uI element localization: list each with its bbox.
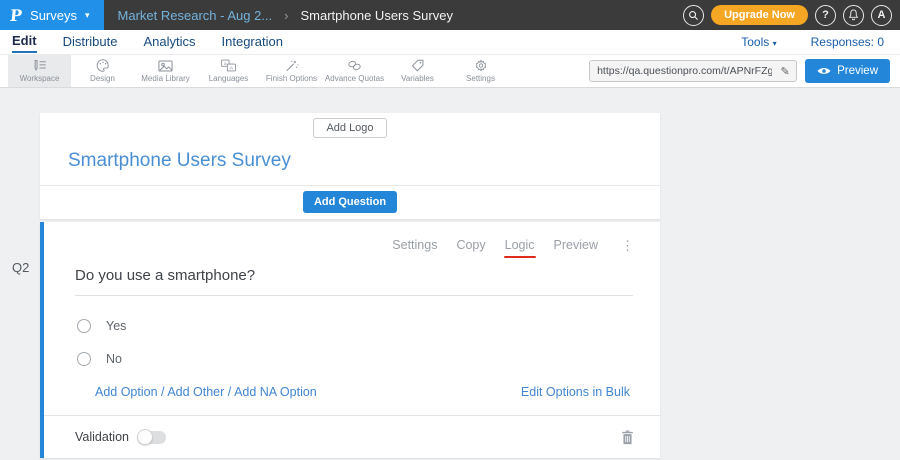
validation-row: Validation: [44, 415, 660, 458]
tab-preview[interactable]: Preview: [554, 238, 598, 252]
nav-tab-integration[interactable]: Integration: [222, 32, 283, 52]
edit-options-bulk-link[interactable]: Edit Options in Bulk: [521, 385, 630, 399]
survey-canvas: Add Logo Smartphone Users Survey Add Que…: [0, 88, 900, 460]
nav-tab-edit[interactable]: Edit: [12, 31, 37, 53]
workspace-icon: [32, 59, 47, 72]
languages-icon: aA: [221, 59, 236, 72]
main-nav: Edit Distribute Analytics Integration To…: [0, 30, 900, 55]
option-row-no[interactable]: No: [77, 352, 660, 366]
search-icon: [688, 10, 699, 21]
option-label[interactable]: Yes: [106, 319, 126, 333]
toolbar-item-workspace[interactable]: Workspace: [8, 55, 71, 87]
toolbar-item-advance-quotas[interactable]: Advance Quotas: [323, 55, 386, 87]
question-mark-icon: ?: [822, 9, 829, 21]
toggle-knob: [137, 429, 153, 445]
edit-url-pencil-icon[interactable]: ✎: [774, 65, 796, 78]
toolbar-item-variables[interactable]: Variables: [386, 55, 449, 87]
add-na-option-link[interactable]: Add NA Option: [234, 385, 317, 399]
eye-icon: [817, 66, 831, 76]
slash-separator: /: [228, 385, 231, 399]
question-text[interactable]: Do you use a smartphone?: [75, 267, 633, 296]
chevron-down-icon: ▾: [85, 10, 90, 21]
palette-icon: [96, 59, 110, 72]
preview-button[interactable]: Preview: [805, 59, 890, 83]
svg-text:a: a: [224, 61, 227, 66]
toolbar-item-media-library[interactable]: Media Library: [134, 55, 197, 87]
survey-title[interactable]: Smartphone Users Survey: [40, 141, 660, 185]
add-question-button-top[interactable]: Add Question: [303, 191, 397, 213]
breadcrumb-survey: Smartphone Users Survey: [301, 8, 453, 23]
topbar-actions: Upgrade Now ? A: [683, 0, 900, 30]
tab-logic[interactable]: Logic: [505, 238, 535, 252]
nav-right: Tools ▾ Responses: 0: [741, 35, 888, 49]
bell-icon: [848, 9, 859, 21]
questionpro-logo-icon: P: [9, 6, 23, 25]
avatar-initial: A: [878, 9, 886, 21]
editor-toolbar: Workspace Design Media Library aA Langua…: [0, 55, 900, 88]
account-avatar[interactable]: A: [871, 5, 892, 26]
question-card: Q2 Settings Copy Logic Preview ⋮ Do you …: [40, 222, 660, 458]
tab-copy[interactable]: Copy: [456, 238, 485, 252]
toolbar-item-settings[interactable]: Settings: [449, 55, 512, 87]
share-url-box: ✎: [589, 60, 797, 82]
breadcrumb-folder[interactable]: Market Research - Aug 2...: [118, 8, 273, 23]
chain-links-icon: [347, 59, 362, 72]
nav-tab-distribute[interactable]: Distribute: [63, 32, 118, 52]
add-option-link[interactable]: Add Option: [95, 385, 158, 399]
tools-menu[interactable]: Tools ▾: [741, 35, 776, 49]
add-other-link[interactable]: Add Other: [167, 385, 224, 399]
gear-icon: [474, 59, 488, 72]
toolbar-item-design[interactable]: Design: [71, 55, 134, 87]
option-links-row: Add Option / Add Other / Add NA Option E…: [95, 385, 630, 415]
question-tabs: Settings Copy Logic Preview ⋮: [44, 222, 660, 252]
option-label[interactable]: No: [106, 352, 122, 366]
option-links: Add Option / Add Other / Add NA Option: [95, 385, 317, 399]
share-url-input[interactable]: [590, 65, 774, 77]
question-number: Q2: [12, 260, 29, 275]
product-name: Surveys: [30, 8, 77, 23]
trash-icon: [621, 430, 634, 445]
nav-tab-analytics[interactable]: Analytics: [143, 32, 195, 52]
logo-row: Add Logo: [40, 113, 660, 141]
toolbar-item-languages[interactable]: aA Languages: [197, 55, 260, 87]
slash-separator: /: [161, 385, 164, 399]
option-row-yes[interactable]: Yes: [77, 319, 660, 333]
chevron-down-icon: ▾: [773, 39, 777, 48]
validation-toggle[interactable]: [139, 431, 166, 444]
search-button[interactable]: [683, 5, 704, 26]
tag-icon: [411, 59, 425, 72]
survey-header-card: Add Logo Smartphone Users Survey Add Que…: [40, 113, 660, 219]
notifications-button[interactable]: [843, 5, 864, 26]
image-icon: [158, 60, 173, 72]
magic-wand-icon: [285, 59, 299, 72]
delete-question-button[interactable]: [621, 430, 634, 445]
breadcrumb: Market Research - Aug 2... › Smartphone …: [104, 0, 453, 30]
kebab-menu-icon[interactable]: ⋮: [617, 239, 638, 252]
tab-settings[interactable]: Settings: [392, 238, 437, 252]
add-logo-button[interactable]: Add Logo: [313, 118, 386, 138]
answer-options: Yes No: [77, 319, 660, 366]
radio-icon[interactable]: [77, 319, 91, 333]
responses-count[interactable]: Responses: 0: [811, 35, 884, 49]
toolbar-item-finish-options[interactable]: Finish Options: [260, 55, 323, 87]
breadcrumb-chevron-icon: ›: [284, 8, 288, 23]
radio-icon[interactable]: [77, 352, 91, 366]
upgrade-now-button[interactable]: Upgrade Now: [711, 5, 808, 25]
add-question-row: Add Question: [40, 186, 660, 219]
surveys-product-menu[interactable]: P Surveys ▾: [0, 0, 104, 30]
help-button[interactable]: ?: [815, 5, 836, 26]
validation-label: Validation: [75, 430, 129, 444]
top-bar: P Surveys ▾ Market Research - Aug 2... ›…: [0, 0, 900, 30]
